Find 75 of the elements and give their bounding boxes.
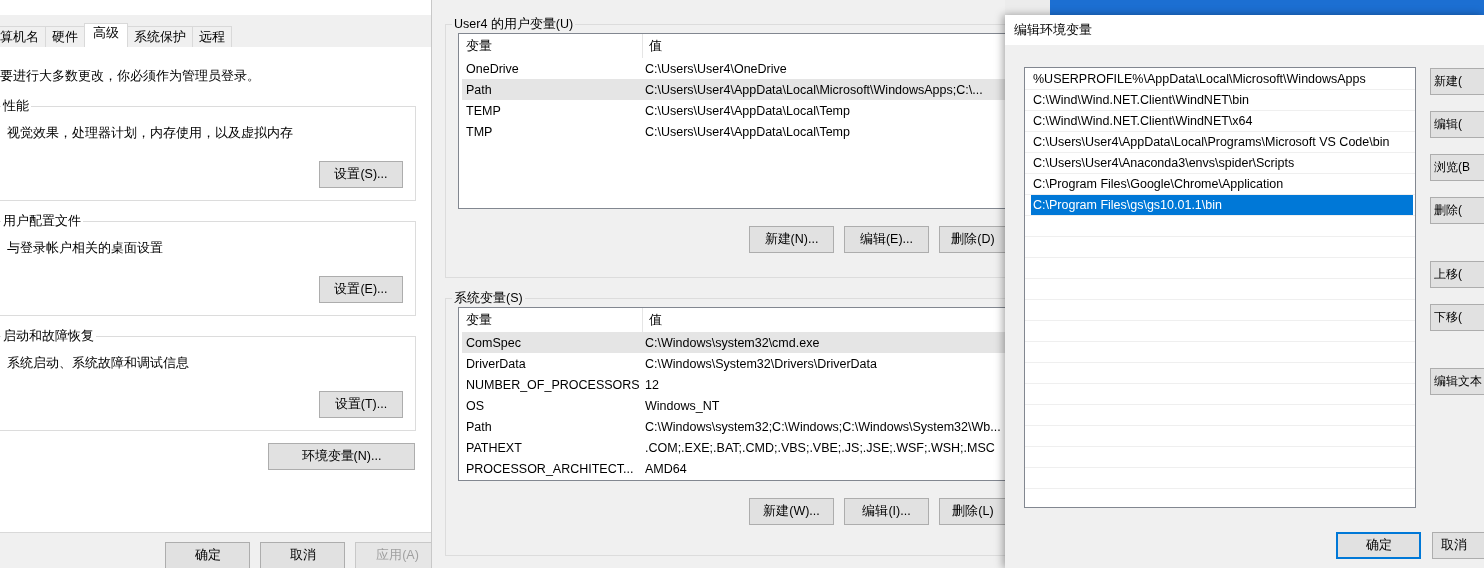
group-description: 系统启动、系统故障和调试信息 (6, 355, 190, 372)
admin-note: 要进行大多数更改，你必须作为管理员登录。 (0, 68, 261, 85)
variable-value: C:\Users\User4\AppData\Local\Temp (644, 103, 850, 118)
side-button[interactable]: 编辑文本 (1430, 368, 1484, 395)
group-title: 启动和故障恢复 (2, 328, 95, 345)
dialog-button[interactable]: 确定 (1336, 532, 1421, 559)
group-description: 与登录帐户相关的桌面设置 (6, 240, 164, 257)
list-button[interactable]: 编辑(E)... (844, 226, 929, 253)
variable-name: OS (465, 398, 486, 413)
tab[interactable]: 高级 (84, 23, 128, 47)
dialog-button[interactable]: 取消 (260, 542, 345, 568)
variable-name: DriverData (465, 356, 527, 371)
dialog-button[interactable]: 确定 (165, 542, 250, 568)
path-entry[interactable]: %USERPROFILE%\AppData\Local\Microsoft\WindowsApps (1027, 69, 1413, 90)
path-entry[interactable]: C:\Users\User4\Anaconda3\envs\spider\Scripts (1027, 153, 1413, 174)
variable-row[interactable]: NUMBER_OF_PROCESSORS 12 (462, 374, 1005, 395)
column-header[interactable]: 值 (643, 308, 662, 332)
variable-row[interactable]: PATHEXT .COM;.EXE;.BAT;.CMD;.VBS;.VBE;.JS;.JSE;.WSF;.WSH;.MSC (462, 437, 1005, 458)
settings-button[interactable]: 设置(T)... (319, 391, 403, 418)
path-entry[interactable]: C:\Wind\Wind.NET.Client\WindNET\bin (1027, 90, 1413, 111)
group-title: User4 的用户变量(U) (453, 16, 575, 33)
environment-variables-button[interactable]: 环境变量(N)... (268, 443, 415, 470)
variable-row[interactable]: PROCESSOR_ARCHITECT... AMD64 (462, 458, 1005, 479)
side-button[interactable]: 上移( (1430, 261, 1484, 288)
column-header[interactable]: 值 (643, 34, 662, 58)
tab[interactable]: 远程 (192, 26, 232, 47)
side-button[interactable]: 新建( (1430, 68, 1484, 95)
variable-name: TMP (465, 124, 494, 139)
variable-value: 12 (644, 377, 659, 392)
variable-row[interactable]: DriverData C:\Windows\System32\Drivers\DriverData (462, 353, 1005, 374)
group-description: 视觉效果，处理器计划，内存使用，以及虚拟内存 (6, 125, 294, 142)
variable-name: Path (465, 419, 493, 434)
variable-name: OneDrive (465, 61, 520, 76)
path-entry[interactable]: C:\Wind\Wind.NET.Client\WindNET\x64 (1027, 111, 1413, 132)
variable-row[interactable]: TMP C:\Users\User4\AppData\Local\Temp (462, 121, 1005, 142)
list-button[interactable]: 编辑(I)... (844, 498, 929, 525)
variable-value: C:\Users\User4\AppData\Local\Microsoft\WindowsApps;C:\... (644, 82, 983, 97)
variable-name: TEMP (465, 103, 502, 118)
settings-button[interactable]: 设置(S)... (319, 161, 403, 188)
dialog-button[interactable]: 取消 (1432, 532, 1484, 559)
group-title: 性能 (2, 98, 30, 115)
variable-row[interactable]: ComSpec C:\Windows\system32\cmd.exe (462, 332, 1005, 353)
variable-row[interactable]: Path C:\Users\User4\AppData\Local\Microsoft\WindowsApps;C:\... (462, 79, 1005, 100)
variable-name: NUMBER_OF_PROCESSORS (465, 377, 639, 392)
settings-button[interactable]: 设置(E)... (319, 276, 403, 303)
list-button[interactable]: 新建(W)... (749, 498, 834, 525)
variable-row[interactable]: OneDrive C:\Users\User4\OneDrive (462, 58, 1005, 79)
variable-name: ComSpec (465, 335, 522, 350)
side-button[interactable]: 下移( (1430, 304, 1484, 331)
column-header[interactable]: 变量 (459, 34, 643, 58)
variable-value: C:\Users\User4\OneDrive (644, 61, 787, 76)
variable-row[interactable]: OS Windows_NT (462, 395, 1005, 416)
variable-row[interactable]: TEMP C:\Users\User4\AppData\Local\Temp (462, 100, 1005, 121)
side-button[interactable]: 编辑( (1430, 111, 1484, 138)
path-entry[interactable]: C:\Program Files\gs\gs10.01.1\bin (1031, 195, 1413, 216)
group-title: 系统变量(S) (453, 290, 524, 307)
side-button[interactable]: 浏览(B (1430, 154, 1484, 181)
variable-value: C:\Windows\System32\Drivers\DriverData (644, 356, 877, 371)
side-button[interactable]: 删除( (1430, 197, 1484, 224)
variable-name: PATHEXT (465, 440, 523, 455)
variable-name: Path (465, 82, 493, 97)
group-title: 用户配置文件 (2, 213, 82, 230)
variable-value: Windows_NT (644, 398, 720, 413)
variable-name: PROCESSOR_ARCHITECT... (465, 461, 635, 476)
variable-row[interactable]: Path C:\Windows\system32;C:\Windows;C:\Windows\System32\Wb... (462, 416, 1005, 437)
variable-value: C:\Windows\system32;C:\Windows;C:\Windows\System32\Wb... (644, 419, 1001, 434)
list-button[interactable]: 新建(N)... (749, 226, 834, 253)
variable-value: C:\Windows\system32\cmd.exe (644, 335, 820, 350)
window-title: 编辑环境变量 (1014, 21, 1092, 39)
variable-value: AMD64 (644, 461, 687, 476)
list-button[interactable]: 删除(D) (939, 226, 1005, 253)
list-button[interactable]: 删除(L) (939, 498, 1005, 525)
path-entry[interactable]: C:\Users\User4\AppData\Local\Programs\Microsoft VS Code\bin (1027, 132, 1413, 153)
variable-value: .COM;.EXE;.BAT;.CMD;.VBS;.VBE;.JS;.JSE;.WSF;.WSH;.MSC (644, 440, 995, 455)
variable-value: C:\Users\User4\AppData\Local\Temp (644, 124, 850, 139)
